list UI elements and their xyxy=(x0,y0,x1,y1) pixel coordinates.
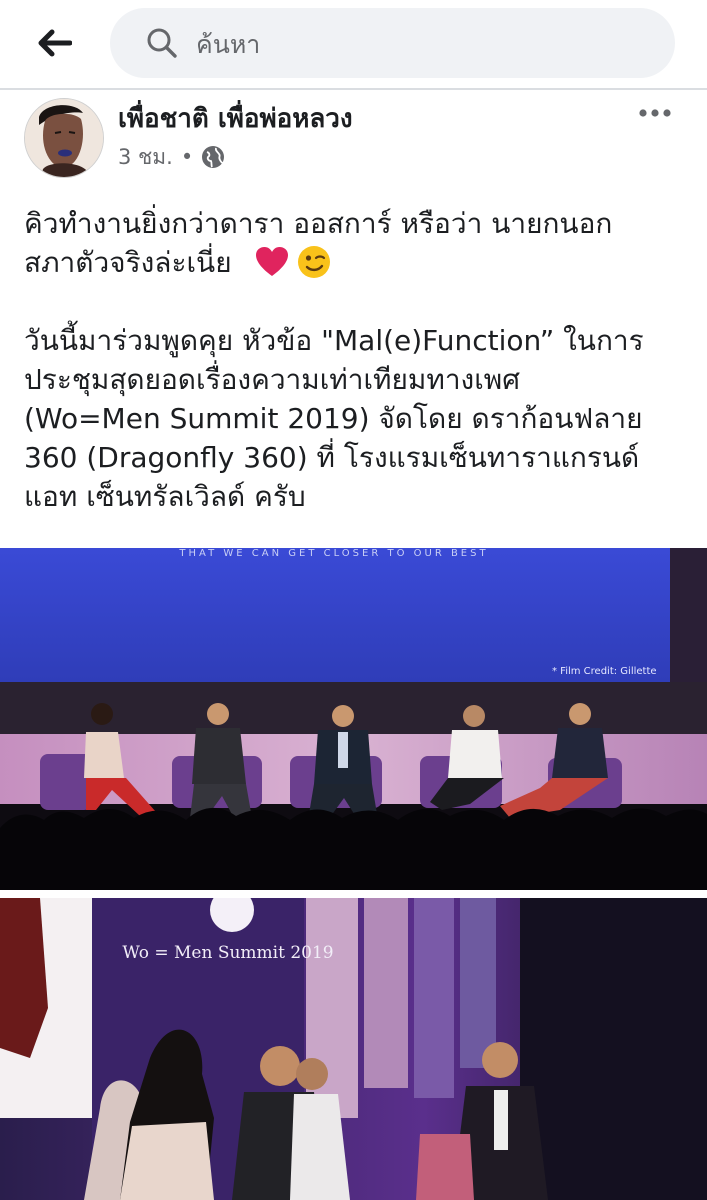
stage-panel-photo: THAT WE CAN GET CLOSER TO OUR BEST * Fil… xyxy=(0,548,707,890)
heart-emoji-icon xyxy=(255,247,288,276)
search-box[interactable] xyxy=(110,8,675,78)
post-text: คิวทำงานยิ่งกว่าดารา ออสการ์ หรือว่า นาย… xyxy=(24,204,694,516)
search-icon xyxy=(147,28,177,58)
avatar-image xyxy=(25,99,103,177)
post-text-line: (Wo=Men Summit 2019) จัดโดย ดราก้อนฟลาย xyxy=(24,402,643,435)
top-bar xyxy=(0,0,707,90)
post-photo-2[interactable]: Wo = Men Summit 2019 xyxy=(0,898,707,1200)
post-author[interactable]: เพื่อชาติ เพื่อพ่อหลวง xyxy=(118,98,353,139)
avatar[interactable] xyxy=(24,98,104,178)
search-input[interactable] xyxy=(194,20,658,68)
post-text-line: ประชุมสุดยอดเรื่องความเท่าเทียมทางเพศ xyxy=(24,363,521,396)
film-credit: * Film Credit: Gillette xyxy=(552,666,657,677)
post-text-line: คิวทำงานยิ่งกว่าดารา ออสการ์ หรือว่า นาย… xyxy=(24,207,613,240)
post-text-line: แอท เซ็นทรัลเวิลด์ ครับ xyxy=(24,480,306,513)
wink-emoji-icon xyxy=(298,246,331,278)
post-time[interactable]: 3 ชม. xyxy=(118,141,173,174)
post-text-line: 360 (Dragonfly 360) ที่ โรงแรมเซ็นทาราแก… xyxy=(24,441,640,474)
more-options-button[interactable] xyxy=(632,98,678,128)
post-text-line: สภาตัวจริงล่ะเนี่ย xyxy=(24,246,232,279)
summit-banner-text: Wo = Men Summit 2019 xyxy=(122,943,333,963)
meta-separator: • xyxy=(180,145,194,169)
back-button[interactable] xyxy=(28,20,80,66)
post-photo-1[interactable]: THAT WE CAN GET CLOSER TO OUR BEST * Fil… xyxy=(0,548,707,890)
screen-caption: THAT WE CAN GET CLOSER TO OUR BEST xyxy=(178,548,488,559)
more-dots-icon xyxy=(639,109,671,117)
post-text-line-with-emoji: สภาตัวจริงล่ะเนี่ย xyxy=(24,243,694,282)
post-meta: 3 ชม. • xyxy=(118,142,225,172)
back-arrow-icon xyxy=(38,29,72,57)
post-text-line: วันนี้มาร่วมพูดคุย หัวข้อ "Mal(e)Functio… xyxy=(24,324,644,357)
stage-photo-2: Wo = Men Summit 2019 xyxy=(0,898,707,1200)
globe-icon xyxy=(202,146,225,168)
